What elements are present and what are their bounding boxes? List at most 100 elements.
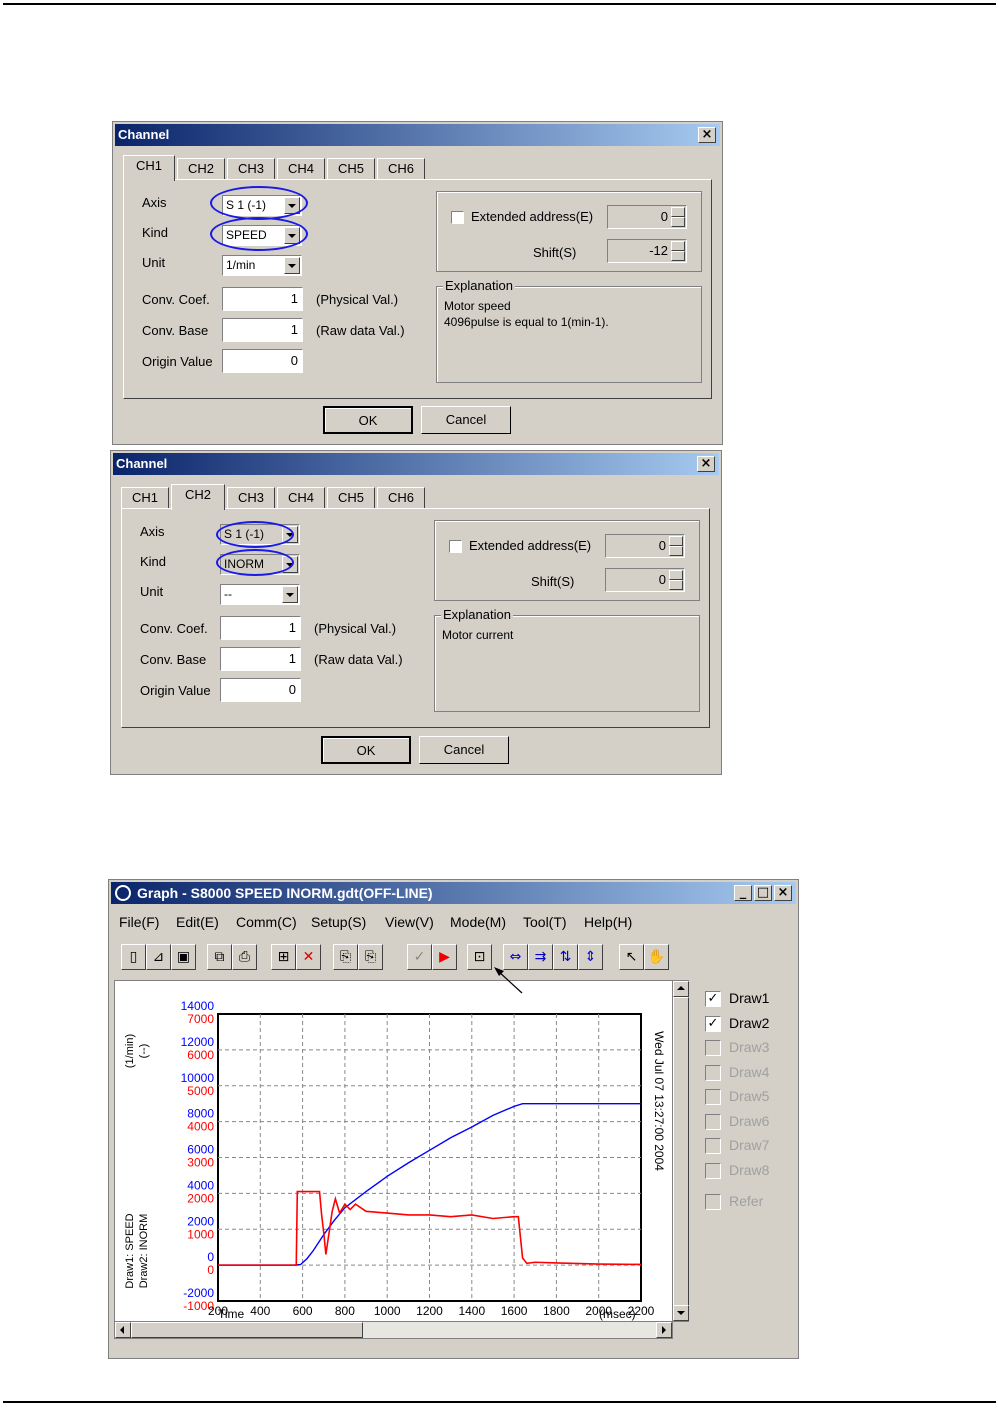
draw-checkbox-draw6[interactable] [705,1113,721,1130]
vertical-scrollbar[interactable] [672,980,689,1322]
shift-y-icon[interactable]: ⇅ [553,944,578,970]
channel-setup-icon[interactable]: ⊞ [271,944,296,970]
y-tick-label-speed: 4000 [187,1178,214,1192]
menu-edit[interactable]: Edit(E) [176,914,219,930]
save-disk-icon[interactable]: ▣ [171,944,196,970]
draw-checkbox-draw2[interactable]: ✓ [705,1015,721,1032]
new-file-icon[interactable]: ▯ [121,944,146,970]
close-icon[interactable]: × [698,127,716,143]
print-icon[interactable]: ⎙ [232,944,257,970]
tab-ch1[interactable]: CH1 [121,487,169,509]
cancel-button[interactable]: Cancel [419,736,509,764]
extended-address-input[interactable]: 0 [605,534,685,558]
close-icon[interactable]: × [697,456,715,472]
menu-comm[interactable]: Comm(C) [236,914,297,930]
extended-address-value: 0 [658,538,666,553]
draw-checkbox-draw1[interactable]: ✓ [705,991,721,1007]
ok-button[interactable]: OK [323,406,413,434]
cancel-button[interactable]: Cancel [421,406,511,434]
draw-checkbox-draw7[interactable] [705,1138,721,1154]
close-icon[interactable]: × [774,885,792,901]
extended-group: Extended address(E) 0 Shift(S) 0 [434,520,700,601]
conv-base-input[interactable]: 1 [220,647,301,671]
scroll-left-icon[interactable] [115,1322,131,1338]
app-logo-icon [115,885,131,901]
tab-ch6[interactable]: CH6 [377,158,425,180]
spin-arrows-icon[interactable] [671,241,685,261]
menu-mode[interactable]: Mode(M) [450,914,506,930]
conv-base-input[interactable]: 1 [222,318,303,342]
draw-checkbox-draw4[interactable] [705,1064,721,1081]
open-folder-icon[interactable]: ⊿ [146,944,171,970]
unit-label: Unit [140,584,164,599]
scroll-down-icon[interactable] [673,1305,689,1321]
extended-address-checkbox[interactable] [449,540,462,553]
menu-tool[interactable]: Tool(T) [523,914,567,930]
horizontal-scrollbar[interactable] [114,1321,673,1339]
graph-title: Graph - S8000 SPEED INORM.gdt(OFF-LINE) [137,885,433,901]
draw-label-draw7: Draw7 [729,1137,770,1153]
tab-ch3[interactable]: CH3 [227,158,275,180]
y-tick-label-inorm: 1000 [187,1227,214,1241]
extended-address-input[interactable]: 0 [607,205,687,229]
spin-arrows-icon[interactable] [671,207,685,227]
scroll-up-icon[interactable] [673,981,689,997]
conv-coef-input[interactable]: 1 [222,287,303,311]
shift-input[interactable]: 0 [605,568,685,592]
kind-label: Kind [142,225,169,240]
extended-address-checkbox[interactable] [451,211,464,224]
delete-icon[interactable]: ✕ [296,944,321,970]
menu-setup[interactable]: Setup(S) [311,914,366,930]
tab-ch5[interactable]: CH5 [327,487,375,509]
tab-ch2[interactable]: CH2 [177,158,225,180]
spin-arrows-icon[interactable] [669,536,683,556]
trigger-icon[interactable]: ✓ [407,944,432,970]
tab-ch3[interactable]: CH3 [227,487,275,509]
paste-icon[interactable]: ⎘ [333,944,358,970]
explanation-line-2: 4096pulse is equal to 1(min-1). [444,315,609,329]
x-tick-label: 1400 [458,1304,485,1318]
y-tick-label-speed: 12000 [181,1035,215,1049]
draw-checkbox-draw5[interactable] [705,1089,721,1105]
scroll-right-icon[interactable] [656,1322,672,1338]
origin-value-input[interactable]: 0 [220,678,301,702]
tab-ch5[interactable]: CH5 [327,158,375,180]
conv-coef-input[interactable]: 1 [220,616,301,640]
ok-button[interactable]: OK [321,736,411,764]
extended-group: Extended address(E) 0 Shift(S) -12 [436,191,702,272]
x-tick-label: 1600 [501,1304,528,1318]
unit-select[interactable]: -- [220,584,300,605]
draw-checkbox-refer[interactable] [705,1194,721,1210]
play-icon[interactable]: ▶ [432,944,457,970]
copy-icon[interactable]: ⧉ [207,944,232,970]
spin-arrows-icon[interactable] [669,570,683,590]
unit-select[interactable]: 1/min [222,255,302,276]
x-tick-label: 800 [335,1304,355,1318]
tab-ch4[interactable]: CH4 [277,487,325,509]
menu-view[interactable]: View(V) [385,914,434,930]
chevron-down-icon[interactable] [284,257,300,274]
draw-checkbox-draw3[interactable] [705,1040,721,1056]
menu-help[interactable]: Help(H) [584,914,632,930]
scroll-thumb[interactable] [673,997,689,1307]
y-tick-label-inorm: 5000 [187,1084,214,1098]
dialog-title: Channel [118,127,170,142]
y-tick-label-speed: -2000 [183,1286,214,1300]
minimize-icon[interactable]: _ [734,885,752,901]
origin-value-input[interactable]: 0 [222,349,303,373]
hand-icon[interactable]: ✋ [644,944,669,970]
tab-ch4[interactable]: CH4 [277,158,325,180]
pointer-icon[interactable]: ↖ [619,944,644,970]
export-icon[interactable]: ⎘ [358,944,383,970]
menu-file[interactable]: File(F) [119,914,159,930]
zoom-y-icon[interactable]: ⇕ [578,944,603,970]
scroll-thumb[interactable] [131,1322,363,1338]
maximize-icon[interactable]: □ [754,885,772,901]
tab-ch1[interactable]: CH1 [123,155,175,181]
explanation-group: Explanation Motor speed 4096pulse is equ… [436,278,702,383]
chevron-down-icon[interactable] [282,586,298,603]
tab-ch6[interactable]: CH6 [377,487,425,509]
shift-input[interactable]: -12 [607,239,687,263]
draw-checkbox-draw8[interactable] [705,1162,721,1179]
tab-ch2[interactable]: CH2 [171,484,225,510]
